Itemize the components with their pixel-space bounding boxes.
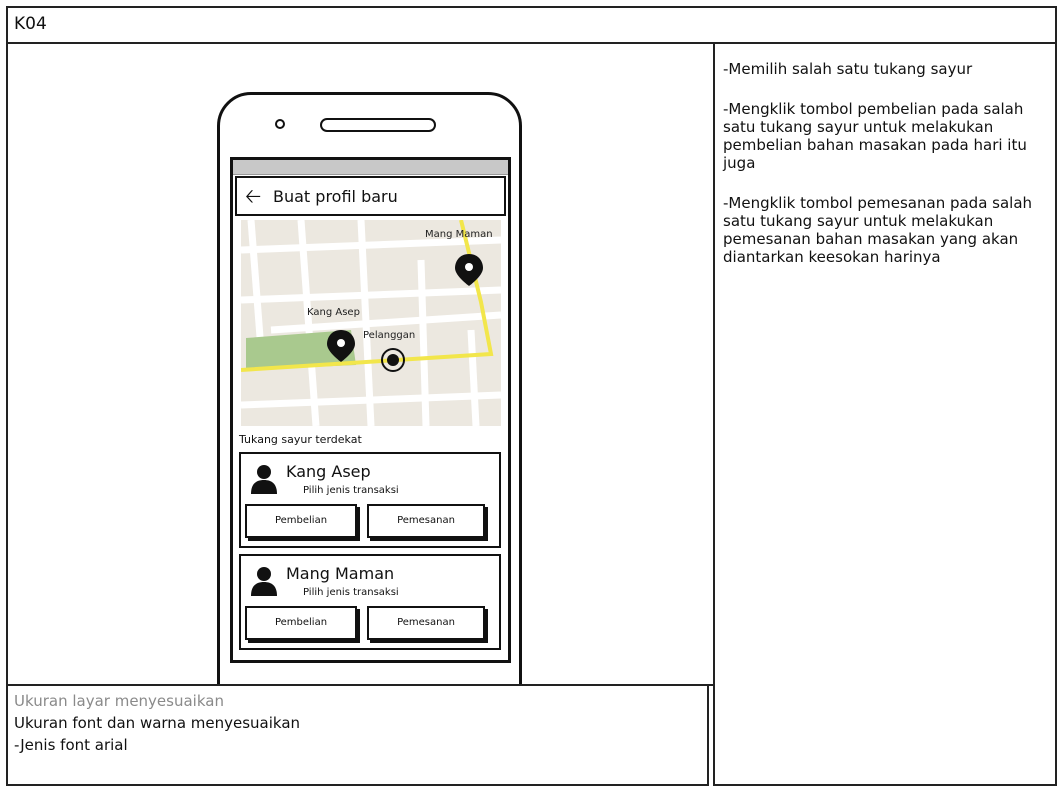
map-label-mang-maman: Mang Maman [425,229,493,240]
note-item: -Mengklik tombol pembelian pada salah sa… [723,100,1027,172]
page-id-label: K04 [14,14,47,34]
status-bar [233,160,508,175]
arrow-left-icon[interactable]: 🡠 [245,185,261,207]
footer-note: Ukuran font dan warna menyesuaikan [14,714,301,732]
pembelian-button[interactable]: Pembelian [245,504,357,538]
app-title-bar: 🡠 Buat profil baru [235,176,506,216]
vendor-name: Mang Maman [286,564,395,583]
section-label: Tukang sayur terdekat [239,433,362,446]
notes-panel: -Memilih salah satu tukang sayur -Mengkl… [713,42,1057,786]
pemesanan-button[interactable]: Pemesanan [367,606,485,640]
vendor-card: Kang Asep Pilih jenis transaksi Pembelia… [239,452,501,548]
vendor-subtitle: Pilih jenis transaksi [303,485,399,496]
footer-note: -Jenis font arial [14,736,128,754]
vendor-name: Kang Asep [286,462,371,481]
person-icon [251,567,277,596]
camera-dot [275,119,285,129]
note-item: -Mengklik tombol pemesanan pada salah sa… [723,194,1033,266]
phone-frame: 🡠 Buat profil baru Mang Maman Kang Asep … [217,92,522,722]
vendor-subtitle: Pilih jenis transaksi [303,587,399,598]
mockup-panel: 🡠 Buat profil baru Mang Maman Kang Asep … [6,42,715,722]
notes-list: -Memilih salah satu tukang sayur -Mengkl… [723,60,1053,288]
map-label-pelanggan: Pelanggan [363,330,415,341]
screen-title: Buat profil baru [273,187,398,206]
header-bar: K04 [6,6,1057,44]
map-label-kang-asep: Kang Asep [307,307,360,318]
footer-notes-panel: Ukuran layar menyesuaikan Ukuran font da… [6,684,709,786]
footer-notes: Ukuran layar menyesuaikan Ukuran font da… [14,690,300,756]
map-view[interactable]: Mang Maman Kang Asep Pelanggan [241,220,501,426]
vendor-card: Mang Maman Pilih jenis transaksi Pembeli… [239,554,501,650]
pemesanan-button[interactable]: Pemesanan [367,504,485,538]
phone-speaker [320,118,436,132]
phone-screen: 🡠 Buat profil baru Mang Maman Kang Asep … [230,157,511,663]
pembelian-button[interactable]: Pembelian [245,606,357,640]
footer-note: Ukuran layar menyesuaikan [14,692,224,710]
person-icon [251,465,277,494]
note-item: -Memilih salah satu tukang sayur [723,60,973,78]
